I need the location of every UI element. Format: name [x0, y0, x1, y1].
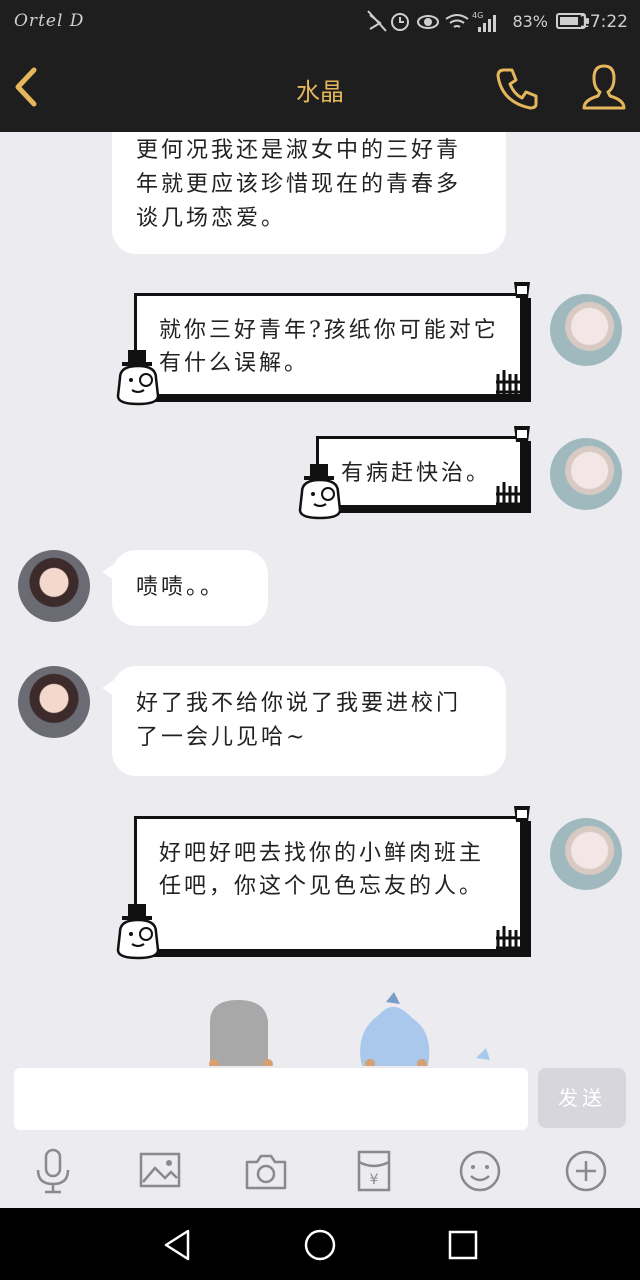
carrier-label: Ortel D: [14, 11, 85, 31]
message-text: 更何况我还是淑女中的三好青年就更应该珍惜现在的青春多谈几场恋爱。: [136, 138, 462, 231]
emoji-icon[interactable]: [457, 1148, 503, 1194]
top-hat-cat-sticker: [298, 464, 342, 520]
street-lamp-icon: [496, 426, 530, 510]
clock: 17:22: [579, 12, 628, 32]
person-icon: [582, 64, 626, 110]
message-text: 好吧好吧去找你的小鲜肉班主任吧，你这个见色忘友的人。: [159, 841, 485, 899]
street-lamp-icon: [496, 282, 530, 398]
composer-bar: 发送: [0, 1066, 640, 1140]
battery-percent: 83%: [512, 12, 548, 31]
profile-button[interactable]: [580, 62, 628, 112]
message-input[interactable]: [14, 1068, 528, 1130]
status-bar: Ortel D 4G 83% 17:22: [0, 0, 640, 44]
image-icon[interactable]: [137, 1148, 183, 1194]
home-circle-icon[interactable]: [303, 1228, 337, 1262]
message-text: 啧啧。。: [136, 575, 226, 600]
friend-avatar[interactable]: [18, 666, 90, 738]
friend-avatar[interactable]: [18, 550, 90, 622]
plus-icon[interactable]: [563, 1148, 609, 1194]
my-avatar[interactable]: [550, 438, 622, 510]
battery-fill: [560, 17, 578, 25]
phone-icon: [496, 68, 538, 110]
top-hat-cat-sticker: [116, 350, 160, 406]
microphone-icon[interactable]: [30, 1148, 76, 1194]
message-bubble[interactable]: 就你三好青年?孩纸你可能对它有什么误解。: [134, 293, 526, 397]
my-avatar[interactable]: [550, 818, 622, 890]
top-hat-cat-sticker: [116, 904, 160, 960]
message-text: 就你三好青年?孩纸你可能对它有什么误解。: [159, 318, 499, 376]
chat-messages[interactable]: 更何况我还是淑女中的三好青年就更应该珍惜现在的青春多谈几场恋爱。 就你三好青年?…: [0, 132, 640, 1066]
message-text: 有病赶快治。: [341, 461, 492, 486]
back-triangle-icon[interactable]: [160, 1228, 194, 1262]
call-button[interactable]: [494, 64, 542, 112]
svg-text:4G: 4G: [472, 11, 483, 20]
input-toolbar: ¥: [0, 1140, 640, 1208]
message-bubble[interactable]: 更何况我还是淑女中的三好青年就更应该珍惜现在的青春多谈几场恋爱。: [112, 132, 506, 254]
red-packet-icon[interactable]: ¥: [351, 1148, 397, 1194]
status-icons: 4G: [366, 9, 516, 35]
message-bubble[interactable]: 啧啧。。: [102, 550, 268, 626]
my-avatar[interactable]: [550, 294, 622, 366]
chat-header: 水晶: [0, 44, 640, 132]
chat-title: 水晶: [296, 78, 344, 106]
street-lamp-icon: [496, 806, 530, 954]
chat-sticker-image: [209, 992, 490, 1066]
system-navigation-bar: [0, 1208, 640, 1280]
message-bubble[interactable]: 好了我不给你说了我要进校门了一会儿见哈~: [102, 666, 506, 776]
svg-text:¥: ¥: [370, 1172, 379, 1188]
message-bubble[interactable]: 好吧好吧去找你的小鲜肉班主任吧，你这个见色忘友的人。: [134, 816, 526, 952]
recents-square-icon[interactable]: [446, 1228, 480, 1262]
message-text: 好了我不给你说了我要进校门了一会儿见哈~: [136, 691, 462, 750]
camera-icon[interactable]: [243, 1148, 289, 1194]
send-button[interactable]: 发送: [538, 1068, 626, 1128]
